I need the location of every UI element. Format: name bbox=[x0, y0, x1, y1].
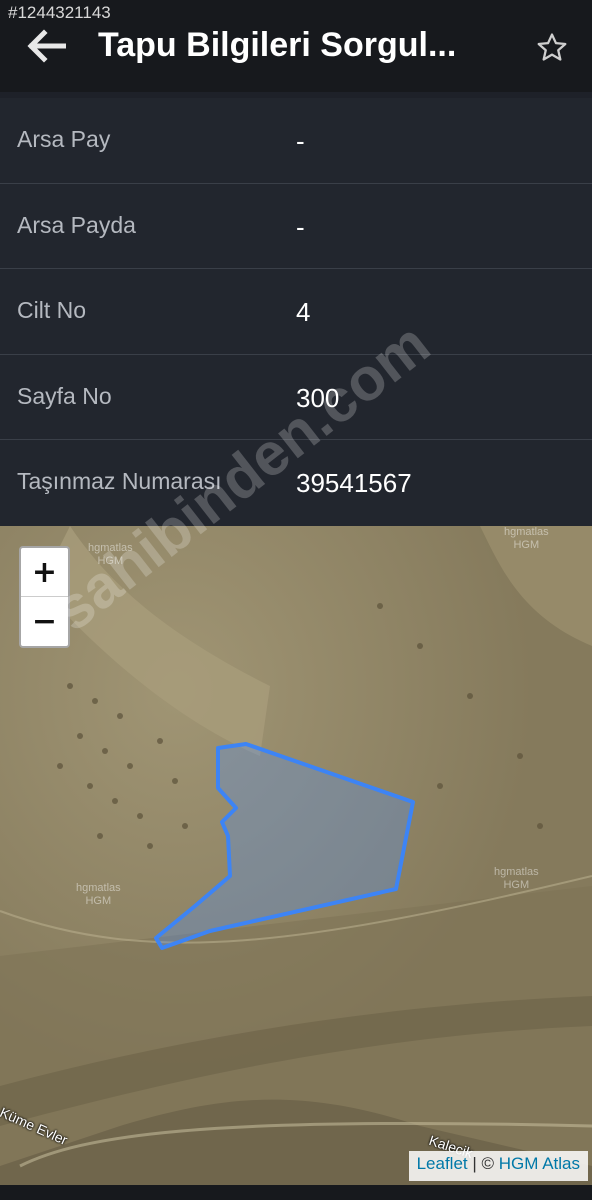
info-value: 300 bbox=[296, 382, 340, 413]
bottom-bar bbox=[0, 1185, 592, 1200]
info-value: 4 bbox=[296, 297, 311, 327]
info-row-tasinmaz-numarasi: Taşınmaz Numarası 39541567 bbox=[0, 440, 592, 526]
listing-id: #1244321143 bbox=[8, 3, 111, 22]
info-row-sayfa-no: Sayfa No 300 bbox=[0, 355, 592, 440]
info-label: Taşınmaz Numarası bbox=[17, 468, 222, 494]
deed-info-table: Arsa Pay - Arsa Payda - Cilt No 4 Sayfa … bbox=[0, 98, 592, 526]
info-row-arsa-payda: Arsa Payda - bbox=[0, 184, 592, 269]
info-label: Sayfa No bbox=[17, 382, 112, 409]
arrow-left-icon bbox=[27, 29, 66, 63]
attribution-separator: | © bbox=[467, 1154, 499, 1173]
info-value: 39541567 bbox=[296, 468, 412, 498]
info-row-arsa-pay: Arsa Pay - bbox=[0, 98, 592, 184]
satellite-map[interactable]: hgmatlas HGM hgmatlas HGM hgmatlas HGM hgma… bbox=[0, 526, 592, 1185]
leaflet-link[interactable]: Leaflet bbox=[417, 1154, 468, 1173]
star-outline-icon bbox=[537, 33, 567, 61]
hgm-atlas-link[interactable]: HGM Atlas bbox=[499, 1154, 580, 1173]
satellite-imagery bbox=[0, 526, 592, 1185]
tile-label: hgmatlas HGM bbox=[504, 526, 549, 551]
info-label: Arsa Payda bbox=[17, 211, 136, 238]
zoom-control: + − bbox=[19, 546, 70, 648]
info-row-cilt-no: Cilt No 4 bbox=[0, 269, 592, 355]
page-title: Tapu Bilgileri Sorgul... bbox=[98, 26, 457, 64]
tile-label: hgmatlas HGM bbox=[88, 542, 133, 567]
tile-label: hgmatlas HGM bbox=[494, 866, 539, 891]
info-value: - bbox=[296, 211, 305, 242]
tile-label: hgmatlas HGM bbox=[76, 882, 121, 907]
favorite-button[interactable] bbox=[532, 28, 572, 68]
map-attribution: Leaflet | © HGM Atlas bbox=[408, 1151, 588, 1181]
info-value: - bbox=[296, 126, 305, 156]
back-button[interactable] bbox=[22, 24, 70, 68]
info-label: Arsa Pay bbox=[17, 126, 111, 152]
zoom-in-button[interactable]: + bbox=[21, 548, 68, 597]
info-label: Cilt No bbox=[17, 297, 87, 323]
zoom-out-button[interactable]: − bbox=[21, 597, 68, 646]
